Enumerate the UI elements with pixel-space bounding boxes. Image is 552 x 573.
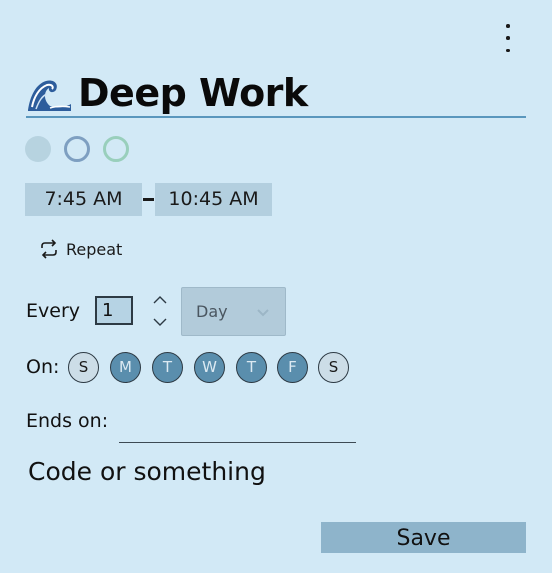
weekday-toggle[interactable]: T	[152, 352, 183, 383]
weekday-toggle[interactable]: S	[318, 352, 349, 383]
color-option-blue[interactable]	[64, 136, 90, 162]
chevron-down-icon	[257, 309, 269, 317]
color-option-filled[interactable]	[25, 136, 51, 162]
interval-unit-value: Day	[196, 302, 228, 321]
event-title[interactable]: Deep Work	[78, 70, 308, 116]
weekday-toggle[interactable]: S	[68, 352, 99, 383]
chevron-up-icon	[153, 296, 167, 304]
ends-on-input[interactable]	[119, 412, 356, 443]
every-label: Every	[26, 300, 80, 322]
ends-on-label: Ends on:	[26, 410, 109, 432]
repeat-icon	[41, 239, 57, 259]
weekday-toggle[interactable]: F	[277, 352, 308, 383]
weekday-toggle[interactable]: M	[110, 352, 141, 383]
start-time-field[interactable]: 7:45 AM	[25, 183, 142, 216]
interval-stepper[interactable]	[150, 294, 170, 330]
color-option-green[interactable]	[103, 136, 129, 162]
repeat-label: Repeat	[66, 239, 123, 259]
save-button[interactable]: Save	[321, 522, 526, 553]
on-label: On:	[26, 356, 60, 378]
wave-icon	[28, 80, 71, 111]
title-row[interactable]: Deep Work	[26, 70, 526, 118]
interval-input[interactable]: 1	[95, 296, 133, 325]
weekday-toggle[interactable]: T	[236, 352, 267, 383]
time-separator	[143, 198, 154, 201]
interval-unit-select[interactable]: Day	[181, 287, 286, 336]
repeat-toggle[interactable]: Repeat	[38, 237, 122, 261]
weekday-toggle[interactable]: W	[194, 352, 225, 383]
more-options-icon[interactable]	[498, 24, 518, 52]
notes-field[interactable]: Code or something	[28, 457, 266, 486]
chevron-down-icon	[153, 318, 167, 326]
end-time-field[interactable]: 10:45 AM	[155, 183, 272, 216]
